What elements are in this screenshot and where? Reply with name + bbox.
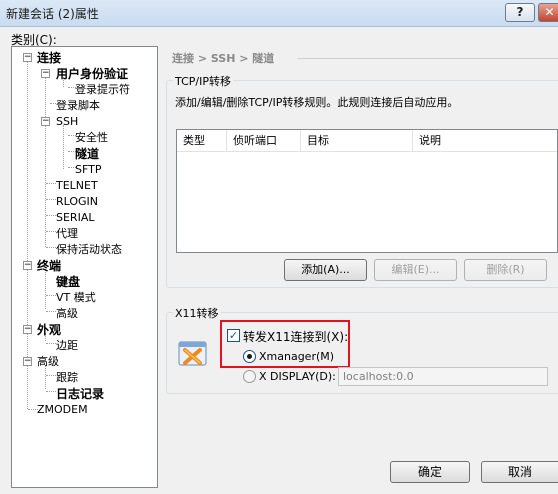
tree-item-login-prompts[interactable]: 登录提示符 <box>75 82 130 98</box>
tree-line <box>46 199 56 200</box>
cancel-button[interactable]: 取消 <box>481 461 558 483</box>
tree-item-sftp[interactable]: SFTP <box>75 162 101 178</box>
list-header: 类型 侦听端口 目标 说明 <box>177 130 557 152</box>
close-button[interactable]: ✕ <box>538 3 558 22</box>
tree-item-connection[interactable]: 连接 <box>37 50 61 66</box>
column-description[interactable]: 说明 <box>413 130 557 152</box>
tree-item-advanced[interactable]: 高级 <box>37 354 59 370</box>
tree-item-tunneling[interactable]: 隧道 <box>75 146 99 162</box>
delete-button[interactable]: 删除(R) <box>464 259 547 281</box>
tree-item-telnet[interactable]: TELNET <box>56 178 98 194</box>
breadcrumb-divider <box>298 58 558 59</box>
ok-button[interactable]: 确定 <box>390 461 470 483</box>
tree-item-user-auth[interactable]: 用户身份验证 <box>56 66 128 82</box>
tree-line <box>46 183 56 184</box>
tree-item-logging[interactable]: 日志记录 <box>56 386 104 402</box>
tree-item-trace[interactable]: 跟踪 <box>56 370 78 386</box>
forward-x11-label: 转发X11连接到(X): <box>243 330 349 344</box>
tree-line <box>46 247 56 248</box>
xdisplay-radio[interactable] <box>243 370 256 383</box>
tree-item-keyboard[interactable]: 键盘 <box>56 274 80 290</box>
tree-item-terminal-advanced[interactable]: 高级 <box>56 306 78 322</box>
tree-collapse-icon[interactable]: − <box>23 53 32 62</box>
tree-line <box>45 269 46 309</box>
tree-item-ssh[interactable]: SSH <box>56 114 78 130</box>
title-bar: 新建会话 (2)属性 ? ✕ <box>0 0 558 27</box>
tree-line <box>46 215 56 216</box>
tree-item-vt-modes[interactable]: VT 模式 <box>56 290 96 306</box>
forwarding-rules-list[interactable]: 类型 侦听端口 目标 说明 <box>176 129 558 253</box>
tree-collapse-icon[interactable]: − <box>41 117 50 126</box>
tree-item-login-script[interactable]: 登录脚本 <box>56 98 100 114</box>
tcpip-description: 添加/编辑/删除TCP/IP转移规则。此规则连接后自动应用。 <box>175 96 459 109</box>
column-type[interactable]: 类型 <box>177 130 227 152</box>
tree-line <box>45 69 46 247</box>
window-title: 新建会话 (2)属性 <box>6 7 99 21</box>
xdisplay-input[interactable]: localhost:0.0 <box>338 367 548 386</box>
xdisplay-label: X DISPLAY(D): <box>259 370 336 383</box>
tree-item-security[interactable]: 安全性 <box>75 130 108 146</box>
xmanager-label: Xmanager(M) <box>259 350 335 363</box>
tree-line <box>46 343 56 344</box>
tree-collapse-icon[interactable]: − <box>23 325 32 334</box>
x11-group-title: X11转移 <box>173 305 221 321</box>
tree-item-keep-alive[interactable]: 保持活动状态 <box>56 242 122 258</box>
tree-item-proxy[interactable]: 代理 <box>56 226 78 242</box>
tree-line <box>46 375 56 376</box>
xmanager-radio[interactable] <box>243 350 256 363</box>
breadcrumb: 连接 > SSH > 隧道 <box>172 52 275 65</box>
tree-item-terminal[interactable]: 终端 <box>37 258 61 274</box>
tree-collapse-icon[interactable]: − <box>23 261 32 270</box>
category-tree[interactable]: − − − − − − 连接 用户身份验证 登录提示符 登录脚本 SSH 安全性… <box>11 46 158 488</box>
xmanager-icon <box>178 341 207 366</box>
column-destination[interactable]: 目标 <box>301 130 413 152</box>
tree-line <box>63 125 64 169</box>
tree-item-serial[interactable]: SERIAL <box>56 210 94 226</box>
tree-collapse-icon[interactable]: − <box>23 357 32 366</box>
column-listen-port[interactable]: 侦听端口 <box>227 130 301 152</box>
tree-item-zmodem[interactable]: ZMODEM <box>37 402 88 418</box>
tree-line <box>46 231 56 232</box>
tree-item-margins[interactable]: 边距 <box>56 338 78 354</box>
tree-line <box>46 311 56 312</box>
tree-item-appearance[interactable]: 外观 <box>37 322 61 338</box>
tree-collapse-icon[interactable]: − <box>41 69 50 78</box>
tree-item-rlogin[interactable]: RLOGIN <box>56 194 98 210</box>
forward-x11-checkbox[interactable]: ✓ <box>227 329 240 342</box>
tree-line <box>46 391 56 392</box>
add-button[interactable]: 添加(A)... <box>284 259 367 281</box>
tcpip-group-title: TCP/IP转移 <box>173 73 233 89</box>
help-button[interactable]: ? <box>505 3 535 22</box>
edit-button[interactable]: 编辑(E)... <box>374 259 457 281</box>
tree-line <box>46 295 56 296</box>
